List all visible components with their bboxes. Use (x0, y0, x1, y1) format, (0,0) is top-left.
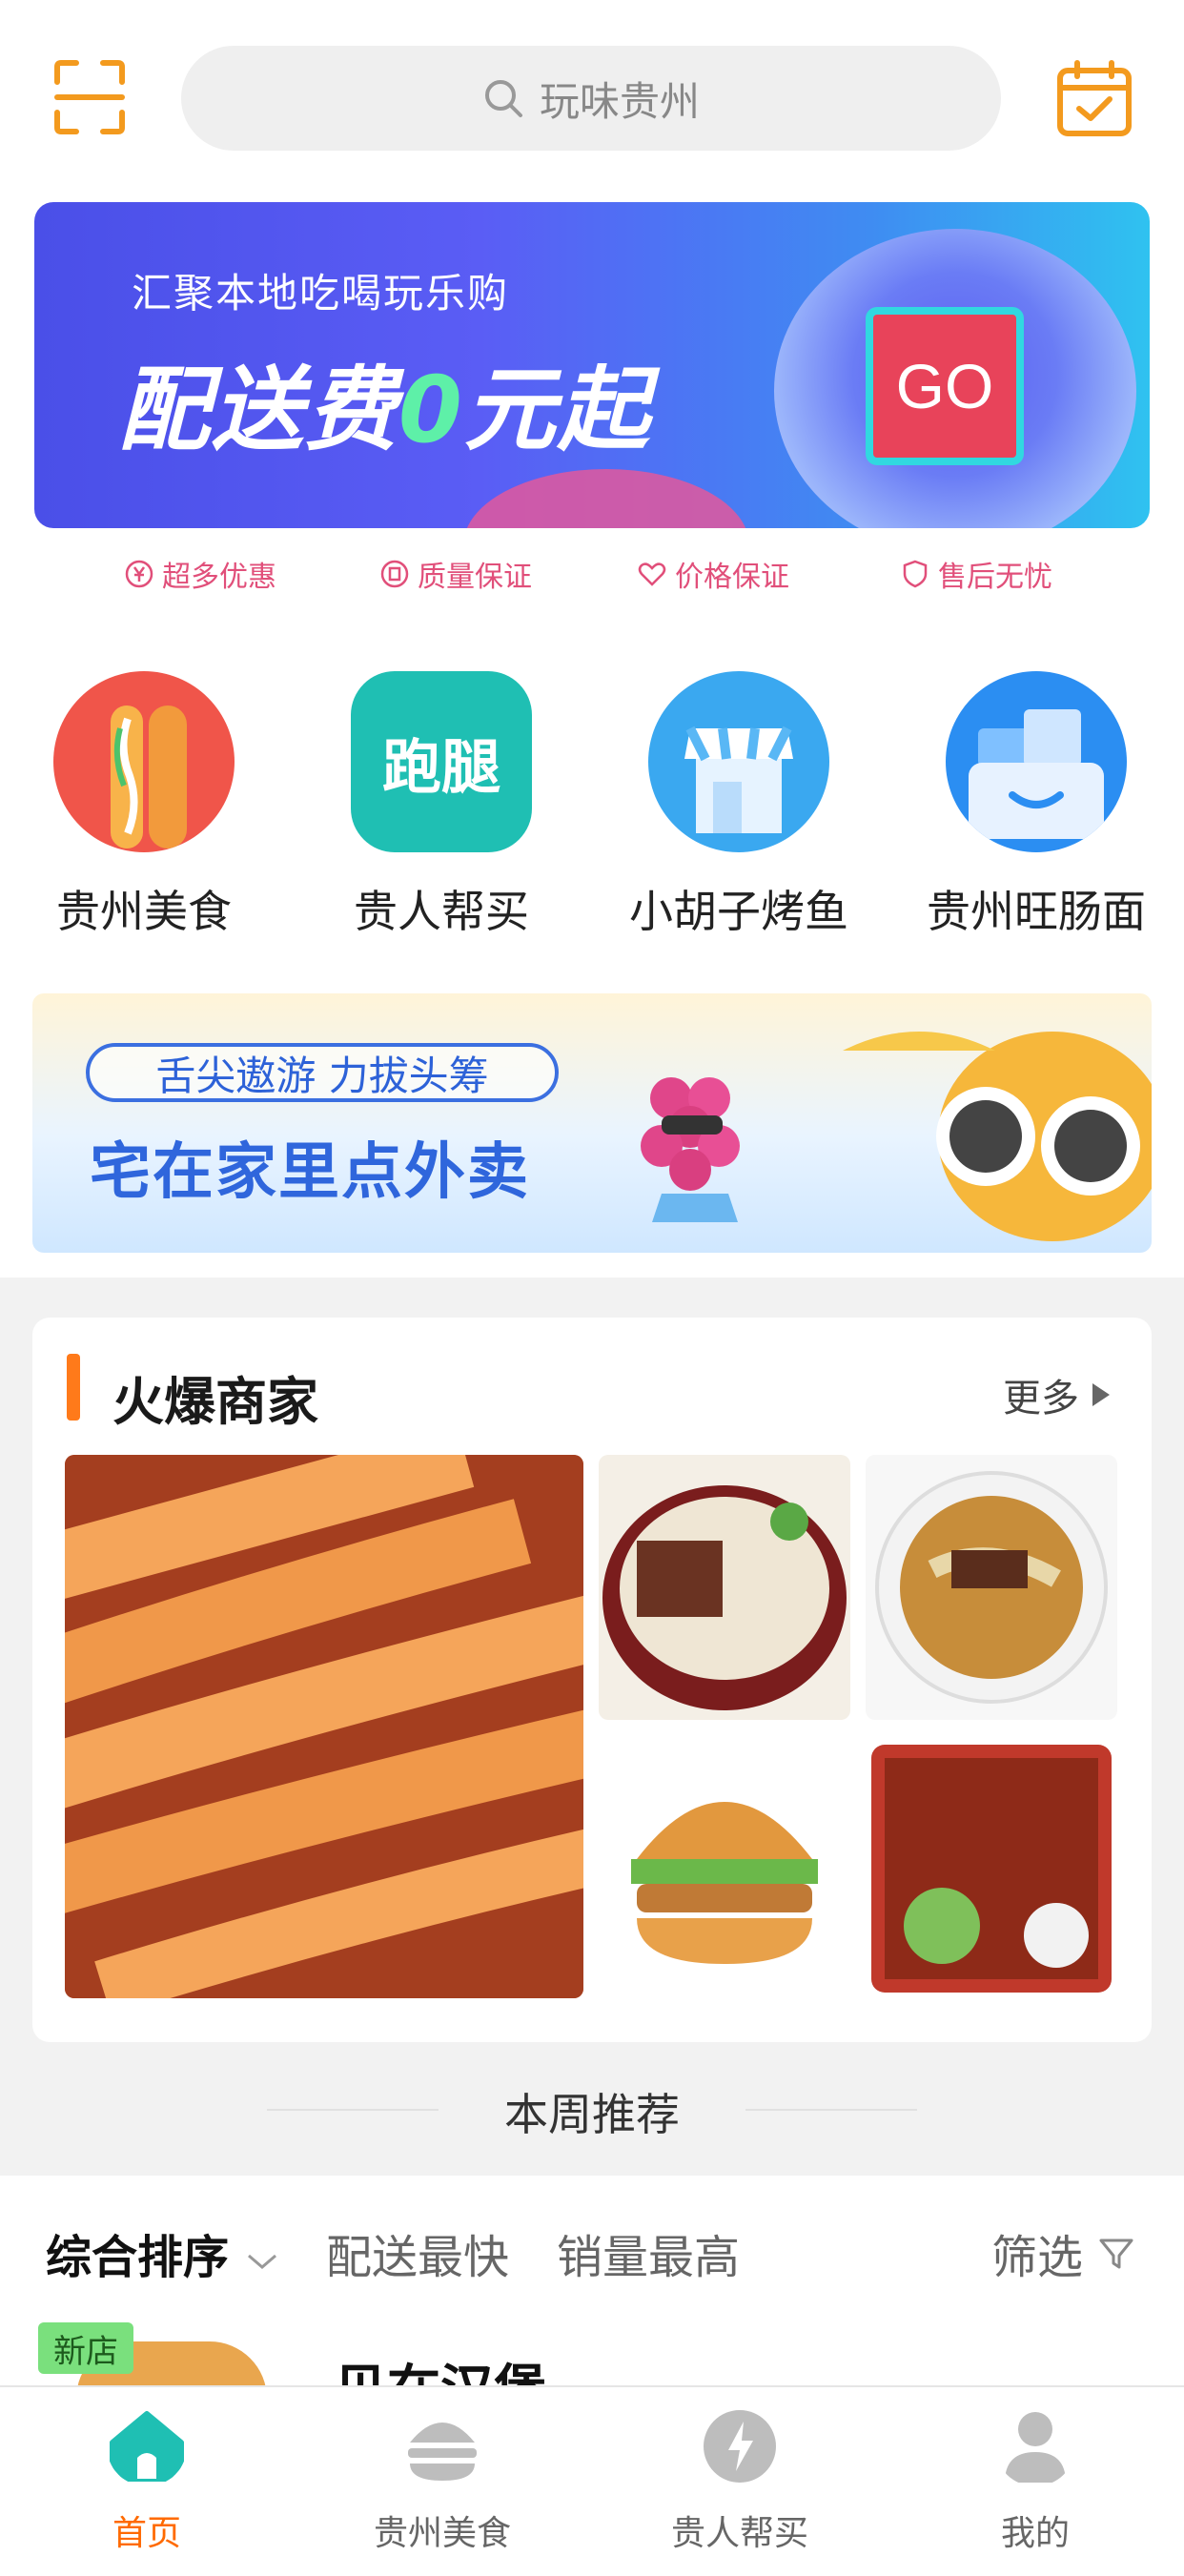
sort-top-sales[interactable]: 销量最高 (557, 2219, 740, 2286)
promo-slogan: 舌尖遨游 力拔头筹 (86, 1043, 559, 1102)
merchant-noodle-soup-image[interactable] (866, 1455, 1117, 1720)
filter-button[interactable]: 筛选 (991, 2219, 1135, 2286)
category-guizhou-food[interactable]: 贵州美食 (25, 671, 263, 940)
new-store-badge: 新店 (38, 2322, 133, 2374)
tab-guizhou-food[interactable]: 贵州美食 (347, 2406, 538, 2555)
weekly-recommend-title: 本周推荐 (504, 2089, 680, 2140)
tab-label: 首页 (112, 2514, 181, 2553)
merchant-rice-bowl-image[interactable] (866, 1735, 1117, 2000)
heart-icon (638, 562, 666, 586)
banner-decoration (463, 469, 749, 528)
burger-icon (408, 2423, 477, 2481)
grape-mascot-graphic (641, 1077, 740, 1222)
go-button[interactable]: GO (866, 307, 1024, 465)
tab-label: 贵州美食 (373, 2514, 511, 2553)
tab-profile[interactable]: 我的 (940, 2406, 1131, 2555)
guarantee-price: 价格保证 (637, 553, 789, 595)
category-label: 贵州旺肠面 (927, 886, 1146, 937)
takeout-promo-banner[interactable]: 舌尖遨游 力拔头筹 宅在家里点外卖 (32, 993, 1152, 1253)
bottom-tab-bar: 首页 贵州美食 贵人帮买 我的 (0, 2385, 1184, 2565)
search-bar[interactable]: 玩味贵州 (181, 46, 1001, 151)
tab-label: 贵人帮买 (670, 2514, 808, 2553)
banner-subtitle: 汇聚本地吃喝玩乐购 (132, 270, 510, 317)
user-icon (1005, 2412, 1066, 2483)
guarantee-after-sales: 售后无忧 (900, 553, 1052, 595)
filter-icon (1099, 2239, 1133, 2269)
tab-home[interactable]: 首页 (51, 2406, 242, 2555)
yen-icon (125, 560, 153, 588)
delivery-promo-banner[interactable]: 汇聚本地吃喝玩乐购 配送费0元起 GO (34, 202, 1150, 528)
sort-comprehensive[interactable]: 综合排序 (46, 2219, 279, 2286)
guarantee-quality: 质量保证 (379, 553, 532, 595)
cup-icon (946, 671, 1127, 852)
guarantee-discount: 超多优惠 (124, 553, 276, 595)
sunglasses-pineapple-graphic (843, 1032, 1152, 1241)
arrow-right-icon (1092, 1383, 1110, 1406)
category-intestine-noodles[interactable]: 贵州旺肠面 (917, 671, 1155, 940)
hotdog-icon (53, 671, 235, 852)
section-title: 火爆商家 (112, 1372, 318, 1432)
search-placeholder: 玩味贵州 (539, 77, 700, 125)
tab-label: 我的 (1000, 2514, 1070, 2553)
shop-icon (648, 671, 829, 852)
merchant-featured-image[interactable] (65, 1455, 583, 1998)
category-errand-buy[interactable]: 跑腿 贵人帮买 (322, 671, 561, 940)
category-label: 小胡子烤鱼 (629, 886, 848, 937)
sort-fastest-delivery[interactable]: 配送最快 (326, 2219, 509, 2286)
promo-headline: 宅在家里点外卖 (90, 1137, 530, 1208)
banner-headline: 配送费0元起 (118, 357, 651, 463)
category-grilled-fish[interactable]: 小胡子烤鱼 (620, 671, 858, 940)
hot-merchants-card: 火爆商家 更多 (32, 1318, 1152, 2042)
section-accent-bar (67, 1354, 80, 1421)
errand-icon: 跑腿 (351, 671, 532, 852)
lightning-icon (704, 2410, 776, 2483)
quality-icon (380, 560, 409, 588)
home-icon (110, 2411, 184, 2482)
calendar-check-icon[interactable] (1056, 59, 1133, 137)
search-icon (484, 80, 522, 117)
chevron-down-icon (247, 2254, 276, 2269)
more-link[interactable]: 更多 (1003, 1367, 1110, 1422)
merchant-burger-image[interactable] (599, 1735, 850, 2000)
scan-icon[interactable] (53, 59, 126, 135)
shield-icon (903, 560, 928, 588)
category-label: 贵州美食 (56, 886, 232, 937)
merchant-beef-noodle-image[interactable] (599, 1455, 850, 1720)
category-label: 贵人帮买 (354, 886, 529, 937)
tab-errand-buy[interactable]: 贵人帮买 (644, 2406, 835, 2555)
